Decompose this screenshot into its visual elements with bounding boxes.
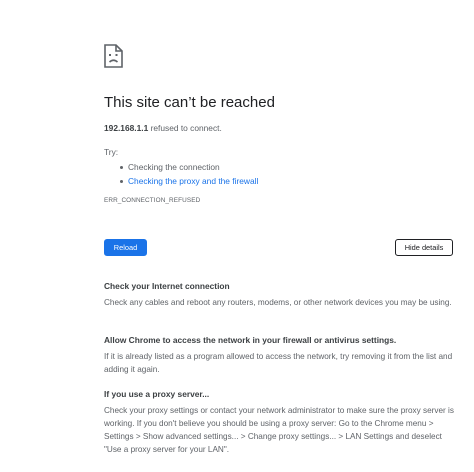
section-heading: Check your Internet connection <box>104 281 230 291</box>
suggestion-list: Checking the connection Checking the pro… <box>104 160 258 188</box>
details-section-firewall: Allow Chrome to access the network in yo… <box>104 334 456 376</box>
error-summary: 192.168.1.1 refused to connect. <box>104 123 222 133</box>
suggestion-check-connection: Checking the connection <box>128 162 220 172</box>
hide-details-button[interactable]: Hide details <box>395 239 453 256</box>
section-heading: Allow Chrome to access the network in yo… <box>104 335 397 345</box>
section-body: Check your proxy settings or contact you… <box>104 406 454 454</box>
details-section-proxy: If you use a proxy server... Check your … <box>104 388 456 456</box>
error-code: ERR_CONNECTION_REFUSED <box>104 197 201 204</box>
details-section-internet: Check your Internet connection Check any… <box>104 280 456 309</box>
section-heading: If you use a proxy server... <box>104 389 210 399</box>
suggestion-proxy-firewall-link[interactable]: Checking the proxy and the firewall <box>128 176 258 186</box>
reload-button[interactable]: Reload <box>104 239 147 256</box>
try-label: Try: <box>104 147 119 157</box>
section-body: If it is already listed as a program all… <box>104 352 453 374</box>
suggestion-item: Checking the proxy and the firewall <box>104 174 258 188</box>
host-address: 192.168.1.1 <box>104 123 149 133</box>
suggestion-item: Checking the connection <box>104 160 258 174</box>
section-body: Check any cables and reboot any routers,… <box>104 298 452 307</box>
sad-page-icon <box>104 44 123 68</box>
page-title: This site can’t be reached <box>104 94 275 111</box>
summary-text: refused to connect. <box>148 123 222 133</box>
